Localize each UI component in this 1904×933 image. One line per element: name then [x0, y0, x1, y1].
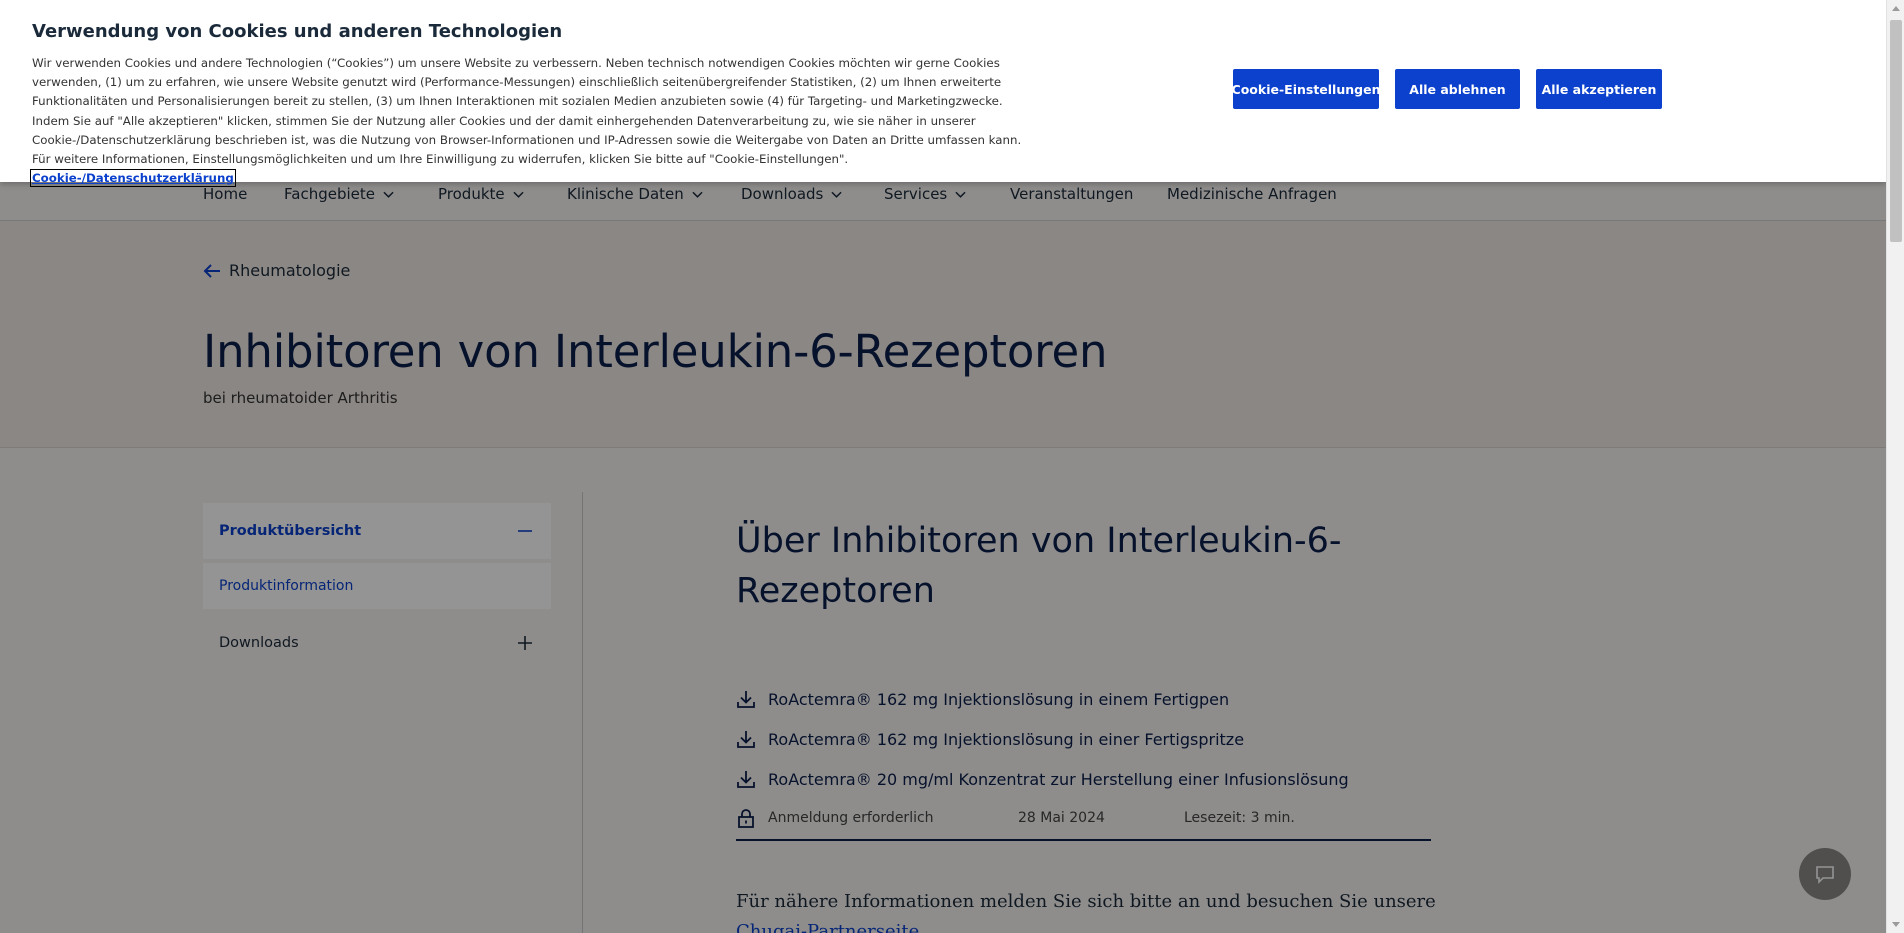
modal-overlay — [0, 182, 1886, 933]
accept-all-button[interactable]: Alle akzeptieren — [1536, 69, 1662, 109]
privacy-policy-link[interactable]: Cookie-/Datenschutzerklärung — [30, 169, 236, 188]
scroll-up-arrow-icon[interactable] — [1892, 6, 1900, 11]
cookie-banner-text: Wir verwenden Cookies und andere Technol… — [30, 54, 1042, 188]
page-scrollbar[interactable] — [1886, 0, 1904, 933]
reject-all-button[interactable]: Alle ablehnen — [1395, 69, 1520, 109]
cookie-banner-body: Wir verwenden Cookies und andere Technol… — [32, 56, 1022, 167]
cookie-banner-title: Verwendung von Cookies und anderen Techn… — [32, 21, 563, 42]
scroll-thumb[interactable] — [1890, 20, 1902, 242]
page: Home Fachgebiete Produkte Klinische Date… — [0, 0, 1886, 933]
cookie-banner: Verwendung von Cookies und anderen Techn… — [0, 0, 1886, 188]
scroll-down-arrow-icon[interactable] — [1892, 922, 1900, 927]
cookie-settings-button[interactable]: Cookie-Einstellungen — [1232, 69, 1380, 109]
